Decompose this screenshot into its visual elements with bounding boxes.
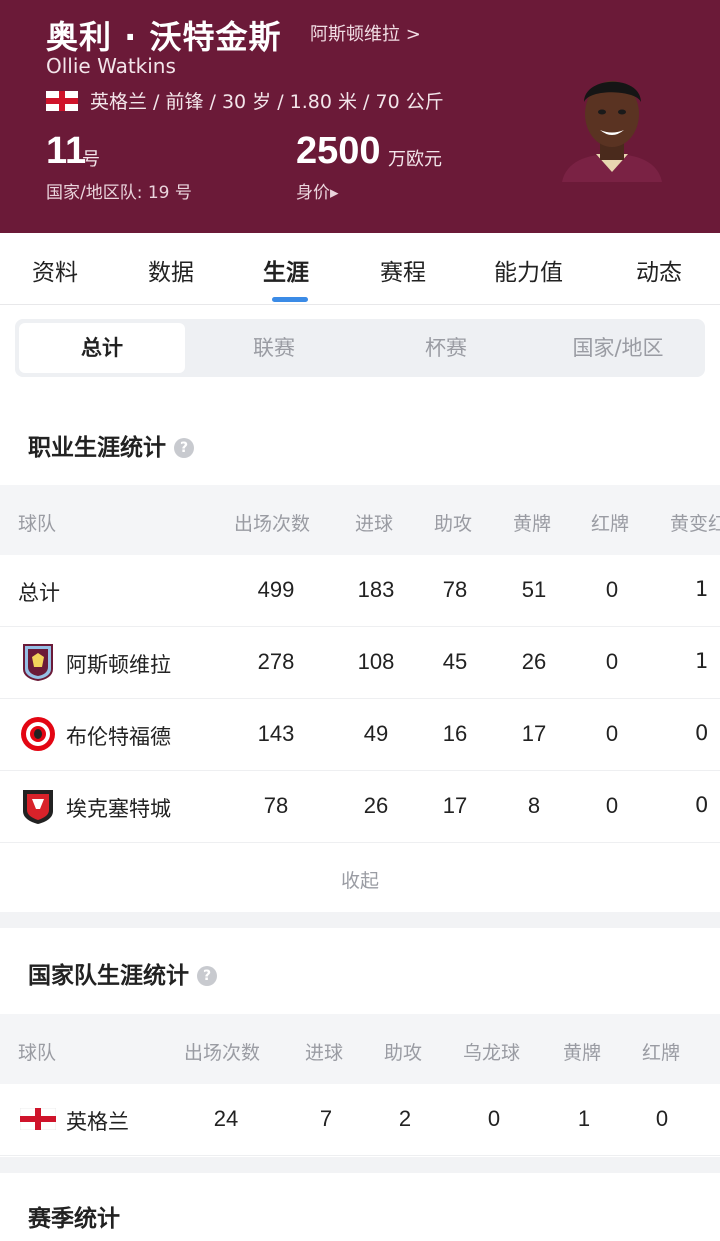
goals-value: 49	[363, 721, 389, 746]
segmented-control: 总计 联赛 杯赛 国家/地区	[15, 319, 705, 377]
col-team: 球队	[18, 1042, 57, 1064]
goals-value: 7	[319, 1106, 333, 1131]
section-divider	[0, 1157, 720, 1173]
red-value: 0	[605, 721, 619, 746]
second-yellow-value: 0	[695, 721, 709, 745]
national-table-header: 球队 出场次数 进球 助攻 乌龙球 黄牌 红牌	[0, 1014, 720, 1084]
segment-league[interactable]: 联赛	[191, 323, 357, 373]
player-info: 英格兰 / 前锋 / 30 岁 / 1.80 米 / 70 公斤	[90, 91, 444, 113]
market-value-link[interactable]: 身价▸	[296, 178, 339, 203]
segment-bar: 总计 联赛 杯赛 国家/地区	[0, 305, 720, 392]
own-goals-value: 0	[487, 1106, 501, 1131]
aston-villa-badge-icon	[23, 644, 53, 681]
apps-value: 143	[257, 721, 295, 746]
main-tabs: 资料 数据 生涯 赛程 能力值 动态	[0, 233, 720, 305]
brentford-badge-icon	[21, 717, 55, 751]
assists-value: 17	[442, 793, 468, 818]
apps-value: 278	[257, 649, 295, 674]
red-value: 0	[655, 1106, 669, 1131]
red-value: 0	[605, 649, 619, 674]
col-assists: 助攻	[384, 1042, 423, 1064]
goals-value: 108	[357, 649, 395, 674]
team-name: 阿斯顿维拉	[66, 653, 171, 677]
col-team: 球队	[18, 513, 57, 535]
shirt-number-unit: 号	[82, 149, 100, 170]
player-avatar	[562, 81, 662, 182]
tab-career[interactable]: 生涯	[263, 253, 309, 287]
yellow-value: 51	[521, 577, 547, 602]
col-goals: 进球	[355, 513, 394, 535]
red-value: 0	[605, 577, 619, 602]
tab-news[interactable]: 动态	[636, 253, 682, 287]
tab-profile[interactable]: 资料	[32, 253, 78, 287]
second-yellow-value: 1	[695, 577, 709, 601]
market-value-unit: 万欧元	[388, 149, 442, 170]
red-value: 0	[605, 793, 619, 818]
table-row[interactable]: 总计 499 183 78 51 0 1	[0, 555, 720, 627]
col-red: 红牌	[642, 1042, 681, 1064]
shirt-number: 11	[46, 130, 87, 172]
table-row[interactable]: 阿斯顿维拉 278 108 45 26 0 1	[0, 627, 720, 699]
national-stats-title: 国家队生涯统计?	[28, 956, 217, 990]
yellow-value: 8	[527, 793, 541, 818]
help-icon[interactable]: ?	[174, 438, 194, 458]
player-info-row: 英格兰 / 前锋 / 30 岁 / 1.80 米 / 70 公斤	[46, 87, 444, 114]
market-value: 2500	[296, 130, 381, 172]
table-row[interactable]: 英格兰 24 7 2 0 1 0	[0, 1084, 720, 1156]
career-table-header: 球队 出场次数 进球 助攻 黄牌 红牌 黄变红	[0, 485, 720, 555]
col-yellow: 黄牌	[513, 513, 552, 535]
section-divider	[0, 912, 720, 928]
assists-value: 16	[442, 721, 468, 746]
team-name: 英格兰	[66, 1110, 129, 1134]
apps-value: 78	[263, 793, 289, 818]
national-stats-section: 国家队生涯统计? 球队 出场次数 进球 助攻 乌龙球 黄牌 红牌 英格兰 24 …	[0, 928, 720, 1157]
career-stats-section: 职业生涯统计? 球队 出场次数 进球 助攻 黄牌 红牌 黄变红 总计 499 1…	[0, 392, 720, 912]
second-yellow-value: 0	[695, 793, 709, 817]
career-stats-title: 职业生涯统计?	[28, 428, 194, 462]
assists-value: 2	[398, 1106, 412, 1131]
table-row[interactable]: 布伦特福德 143 49 16 17 0 0	[0, 699, 720, 771]
table-row[interactable]: 埃克塞特城 78 26 17 8 0 0	[0, 771, 720, 843]
col-second-yellow: 黄变红	[670, 513, 720, 535]
club-link[interactable]: 阿斯顿维拉 >	[310, 20, 421, 46]
apps-value: 24	[213, 1106, 239, 1131]
tab-ability[interactable]: 能力值	[494, 253, 563, 287]
active-tab-indicator	[272, 297, 308, 302]
col-apps: 出场次数	[184, 1042, 261, 1064]
col-own-goals: 乌龙球	[463, 1042, 521, 1064]
segment-national[interactable]: 国家/地区	[535, 323, 701, 373]
team-name: 总计	[18, 581, 60, 605]
exeter-city-badge-icon	[23, 790, 53, 824]
team-name: 埃克塞特城	[66, 797, 171, 821]
yellow-value: 17	[521, 721, 547, 746]
collapse-button[interactable]: 收起	[0, 866, 720, 893]
goals-value: 26	[363, 793, 389, 818]
col-yellow: 黄牌	[563, 1042, 602, 1064]
col-goals: 进球	[305, 1042, 344, 1064]
second-yellow-value: 1	[695, 649, 709, 673]
yellow-value: 26	[521, 649, 547, 674]
national-team-number: 国家/地区队: 19 号	[46, 183, 192, 203]
col-apps: 出场次数	[234, 513, 311, 535]
apps-value: 499	[257, 577, 295, 602]
player-name-en: Ollie Watkins	[46, 54, 176, 78]
segment-total[interactable]: 总计	[19, 323, 185, 373]
season-stats-title: 赛季统计	[28, 1206, 120, 1232]
tab-stats[interactable]: 数据	[148, 253, 194, 287]
goals-value: 183	[357, 577, 395, 602]
team-name: 布伦特福德	[66, 725, 171, 749]
segment-cup[interactable]: 杯赛	[363, 323, 529, 373]
player-name-cn: 奥利 · 沃特金斯	[46, 18, 282, 56]
season-stats-section: 赛季统计	[0, 1173, 720, 1241]
tab-schedule[interactable]: 赛程	[380, 253, 426, 287]
yellow-value: 1	[577, 1106, 591, 1131]
help-icon[interactable]: ?	[197, 966, 217, 986]
assists-value: 78	[442, 577, 468, 602]
assists-value: 45	[442, 649, 468, 674]
col-red: 红牌	[591, 513, 630, 535]
col-assists: 助攻	[434, 513, 473, 535]
player-header: 奥利 · 沃特金斯 阿斯顿维拉 > Ollie Watkins 英格兰 / 前锋…	[0, 0, 720, 233]
england-flag-icon	[20, 1108, 56, 1130]
england-flag-icon	[46, 90, 78, 111]
